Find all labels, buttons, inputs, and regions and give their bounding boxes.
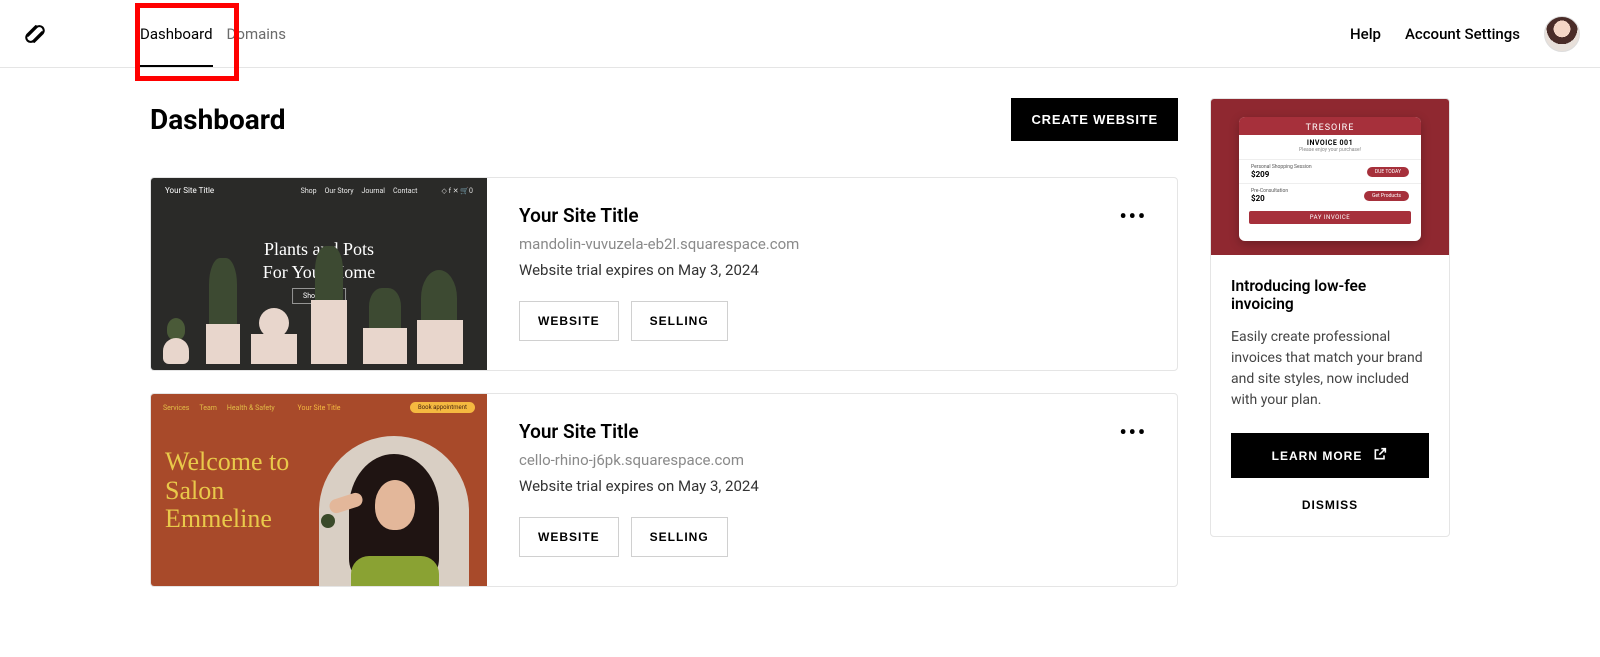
help-link[interactable]: Help [1350,25,1381,43]
promo-invoice-mock: TRESOIRE INVOICE 001 Please enjoy your p… [1239,117,1421,241]
account-settings-link[interactable]: Account Settings [1405,25,1520,43]
thumb-hero: Welcome to Salon Emmeline [165,448,289,534]
nav-tabs: Dashboard Domains [140,0,286,67]
thumb-nav-link: Our Story [325,187,354,195]
thumb-hero-line: Welcome to [165,448,289,477]
page-title: Dashboard [150,103,286,136]
create-website-button[interactable]: CREATE WEBSITE [1011,98,1178,141]
promo-image: TRESOIRE INVOICE 001 Please enjoy your p… [1211,99,1449,255]
promo-invoice-brand: TRESOIRE [1239,117,1421,135]
selling-button[interactable]: SELLING [631,301,728,341]
site-status: Website trial expires on May 3, 2024 [519,261,1145,279]
site-card[interactable]: Your Site Title Shop Our Story Journal C… [150,177,1178,371]
site-thumbnail[interactable]: Your Site Title Shop Our Story Journal C… [151,178,487,370]
website-button[interactable]: WEBSITE [519,517,619,557]
promo-row-amount: $209 [1251,170,1312,179]
site-domain: cello-rhino-j6pk.squarespace.com [519,451,1145,469]
website-button[interactable]: WEBSITE [519,301,619,341]
thumb-nav-link: Team [199,404,217,412]
promo-invoice-title: INVOICE 001 [1239,135,1421,147]
selling-button[interactable]: SELLING [631,517,728,557]
more-icon[interactable]: ••• [1119,204,1147,228]
content: Dashboard CREATE WEBSITE Your Site Title… [0,68,1600,649]
promo-row-pill: Get Products [1364,191,1409,201]
promo-card: TRESOIRE INVOICE 001 Please enjoy your p… [1210,98,1450,537]
thumb-illustration [319,436,469,586]
page-header: Dashboard CREATE WEBSITE [150,98,1178,141]
thumb-nav-link: Services [163,404,189,412]
avatar[interactable] [1544,16,1580,52]
site-actions: WEBSITE SELLING [519,301,1145,341]
promo-text: Easily create professional invoices that… [1231,327,1429,411]
site-card[interactable]: Services Team Health & Safety Your Site … [150,393,1178,587]
thumb-nav-link: Contact [393,187,417,195]
promo-invoice-subtitle: Please enjoy your purchase! [1239,147,1421,159]
main-column: Dashboard CREATE WEBSITE Your Site Title… [150,98,1178,609]
site-domain: mandolin-vuvuzela-eb2l.squarespace.com [519,235,1145,253]
top-bar: Dashboard Domains Help Account Settings [0,0,1600,68]
promo-invoice-row: Personal Shopping Session $209 DUE TODAY [1239,159,1421,183]
topbar-right: Help Account Settings [1350,16,1580,52]
site-actions: WEBSITE SELLING [519,517,1145,557]
learn-more-label: LEARN MORE [1272,449,1363,463]
thumb-hero-line: Emmeline [165,505,289,534]
promo-row-amount: $20 [1251,194,1288,203]
thumb-nav-link: Shop [301,187,317,195]
tab-domains[interactable]: Domains [227,0,286,67]
promo-title: Introducing low-fee invoicing [1231,277,1429,313]
squarespace-logo-icon[interactable] [20,19,50,49]
promo-invoice-pay: PAY INVOICE [1249,211,1411,224]
site-status: Website trial expires on May 3, 2024 [519,477,1145,495]
thumb-nav-link: Health & Safety [227,404,275,412]
promo-invoice-row: Pre-Consultation $20 Get Products [1239,183,1421,207]
site-title: Your Site Title [519,420,1145,443]
site-info: ••• Your Site Title mandolin-vuvuzela-eb… [487,178,1177,370]
site-info: ••• Your Site Title cello-rhino-j6pk.squ… [487,394,1177,586]
tab-dashboard[interactable]: Dashboard [140,0,213,67]
thumb-brand: Your Site Title [298,404,341,412]
more-icon[interactable]: ••• [1119,420,1147,444]
thumb-nav-link: Journal [362,187,385,195]
dismiss-button[interactable]: DISMISS [1231,492,1429,518]
promo-body: Introducing low-fee invoicing Easily cre… [1211,255,1449,536]
external-link-icon [1372,446,1388,465]
thumb-cta: Book appointment [410,402,475,413]
site-title: Your Site Title [519,204,1145,227]
thumb-hero-line: Salon [165,477,289,506]
site-thumbnail[interactable]: Services Team Health & Safety Your Site … [151,394,487,586]
learn-more-button[interactable]: LEARN MORE [1231,433,1429,478]
thumb-brand: Your Site Title [165,186,214,195]
thumb-social-icons: ◇ f ✕ 🛒0 [441,187,473,195]
promo-row-pill: DUE TODAY [1367,167,1409,177]
thumb-illustration [151,280,487,370]
